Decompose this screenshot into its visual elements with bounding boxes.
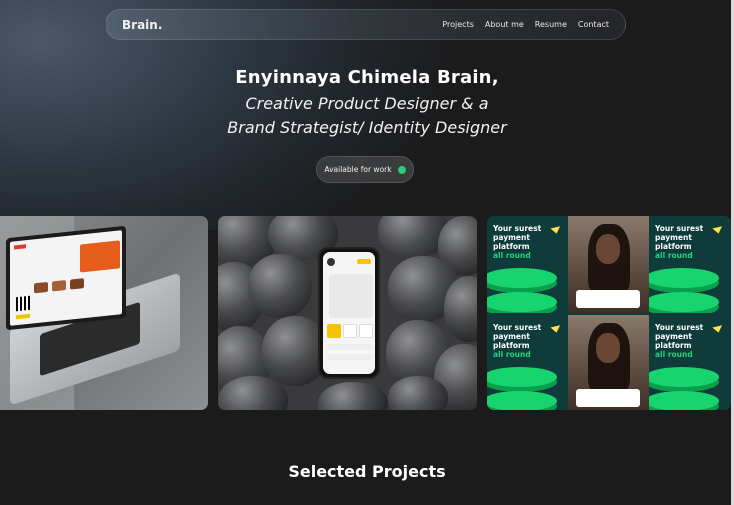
green-disc-shape <box>487 292 557 312</box>
hero-name: Enyinnaya Chimela Brain, <box>235 67 499 88</box>
ad-headline: Your surest <box>655 224 704 233</box>
laptop-screen-image <box>6 225 126 331</box>
ad-headline-2: payment platform <box>655 233 692 251</box>
ad-tile: Your surest payment platform all round <box>487 216 568 313</box>
ad-highlight: all round <box>493 350 531 359</box>
status-dot-icon <box>397 165 406 174</box>
available-for-work-button[interactable]: Available for work <box>316 156 414 183</box>
ad-headline: Your surest <box>655 323 704 332</box>
green-disc-shape <box>649 391 719 410</box>
top-navigation: Brain. Projects About me Resume Contact <box>105 9 626 40</box>
ad-highlight: all round <box>655 251 693 260</box>
hero-role-line-1: Creative Product Designer & a <box>245 94 489 113</box>
nav-link-projects[interactable]: Projects <box>442 20 474 29</box>
green-disc-shape <box>649 367 719 387</box>
selected-projects-heading: Selected Projects <box>288 462 446 481</box>
woman-photo <box>568 315 649 410</box>
brand-logo[interactable]: Brain. <box>122 18 162 32</box>
ad-headline-2: payment platform <box>493 332 530 350</box>
green-disc-shape <box>649 268 719 288</box>
laptop-app-screenshot <box>10 230 122 326</box>
project-card-payment-ads[interactable]: Your surest payment platform all round Y… <box>487 216 731 410</box>
ad-tile: Your surest payment platform all round <box>487 315 568 410</box>
green-disc-shape <box>649 292 719 312</box>
hero-role-line-2: Brand Strategist/ Identity Designer <box>227 118 507 137</box>
woman-photo <box>568 216 649 313</box>
green-disc-shape <box>487 367 557 387</box>
nav-link-contact[interactable]: Contact <box>578 20 609 29</box>
notification-bubble <box>576 290 640 308</box>
ad-highlight: all round <box>493 251 531 260</box>
ad-headline: Your surest <box>493 224 542 233</box>
nav-link-about-me[interactable]: About me <box>485 20 524 29</box>
green-disc-shape <box>487 391 557 410</box>
green-disc-shape <box>487 268 557 288</box>
phone-app-screenshot <box>323 252 375 374</box>
ad-tile: Your surest payment platform all round <box>649 216 730 313</box>
phone-mockup <box>318 247 380 379</box>
availability-label: Available for work <box>324 165 392 174</box>
ad-headline-2: payment platform <box>493 233 530 251</box>
ad-headline: Your surest <box>493 323 542 332</box>
nav-links: Projects About me Resume Contact <box>442 20 609 29</box>
notification-bubble <box>576 389 640 407</box>
ad-tile: Your surest payment platform all round <box>649 315 730 410</box>
ad-headline-2: payment platform <box>655 332 692 350</box>
nav-link-resume[interactable]: Resume <box>535 20 567 29</box>
ad-highlight: all round <box>655 350 693 359</box>
